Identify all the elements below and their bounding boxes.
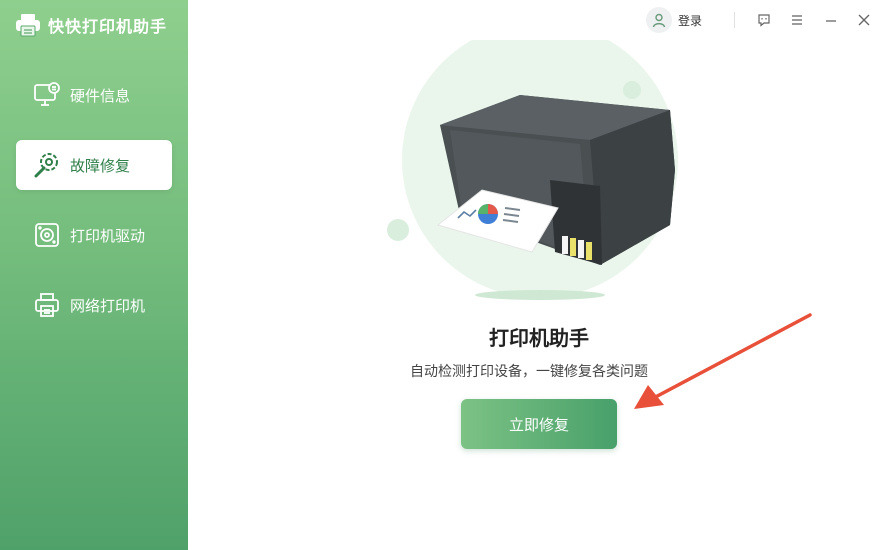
sidebar-item-printer-driver[interactable]: 打印机驱动 [16,210,172,260]
annotation-arrow [634,313,812,409]
menu-icon[interactable] [787,10,807,30]
sidebar-item-network-printer[interactable]: 网络打印机 [16,280,172,330]
feedback-icon[interactable] [754,10,774,30]
sidebar-item-hardware-info[interactable]: 硬件信息 [16,70,172,120]
printer-illustration [380,22,710,310]
disk-driver-icon [32,220,62,250]
printer-icon [32,290,62,320]
monitor-info-icon [32,80,62,110]
sidebar-item-label: 故障修复 [70,156,131,175]
wrench-gear-icon [32,150,62,180]
printer-logo-icon [14,11,42,39]
sidebar-item-label: 网络打印机 [70,296,146,315]
login-link[interactable]: 登录 [678,12,702,29]
sidebar-item-label: 硬件信息 [70,86,131,105]
app-brand: 快快打印机助手 [14,10,167,40]
sidebar-item-label: 打印机驱动 [70,226,146,245]
topbar-divider [734,12,735,28]
sidebar-item-fault-repair[interactable]: 故障修复 [16,140,172,190]
minimize-icon[interactable] [821,10,841,30]
user-avatar-icon [646,7,672,33]
user-login[interactable]: 登录 [646,7,702,33]
repair-now-button[interactable]: 立即修复 [461,399,617,449]
app-title: 快快打印机助手 [48,17,168,36]
sidebar: 快快打印机助手 硬件信息 故障修复 打印机驱动 网络打印机 [0,0,188,550]
sidebar-nav: 硬件信息 故障修复 打印机驱动 网络打印机 [16,70,172,350]
close-icon[interactable] [854,10,874,30]
